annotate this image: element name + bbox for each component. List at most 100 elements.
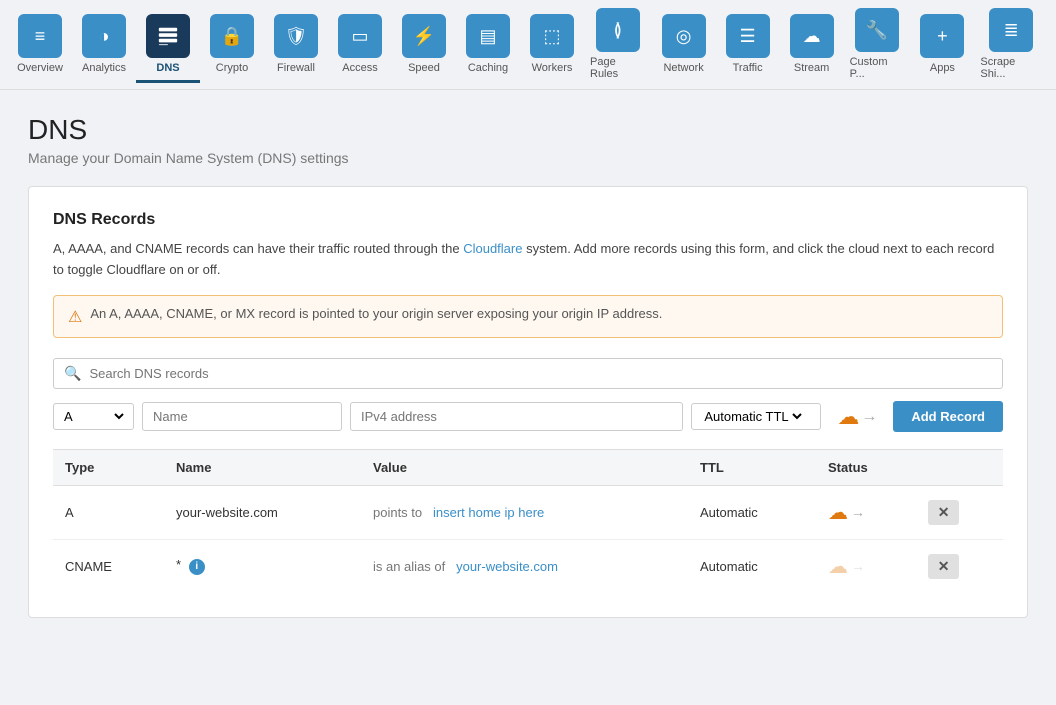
nav-label-speed: Speed	[408, 62, 440, 74]
speed-icon: ⚡	[402, 14, 446, 58]
nav-label-network: Network	[663, 62, 703, 74]
cloudflare-toggle-btn[interactable]: ☁ →	[829, 401, 885, 433]
top-navigation: ≡ Overview ◑ Analytics DNS 🔒 Crypto 🛡 Fi…	[0, 0, 1056, 90]
dns-records-table: Type Name Value TTL Status A your-websit…	[53, 449, 1003, 593]
nav-item-dns[interactable]: DNS	[136, 6, 200, 83]
col-header-actions	[916, 449, 1003, 485]
add-record-button[interactable]: Add Record	[893, 401, 1003, 432]
caching-icon: ▤	[466, 14, 510, 58]
dns-icon	[146, 14, 190, 58]
row1-cloud-icon: ☁	[828, 500, 848, 525]
row2-cloud-status[interactable]: ☁ →	[828, 554, 904, 579]
row1-delete-button[interactable]: ✕	[928, 500, 960, 525]
nav-item-overview[interactable]: ≡ Overview	[8, 6, 72, 83]
customp-icon: 🔧	[855, 8, 899, 52]
nav-label-caching: Caching	[468, 62, 508, 74]
ttl-select[interactable]: Automatic TTL 2 min 5 min 10 min 1 hr	[700, 408, 805, 425]
row2-delete-button[interactable]: ✕	[928, 554, 960, 579]
row2-arrow-icon: →	[851, 558, 865, 574]
table-row: CNAME * i is an alias of your-website.co…	[53, 539, 1003, 593]
row1-cloud-status[interactable]: ☁ →	[828, 500, 904, 525]
access-icon: ▭	[338, 14, 382, 58]
row1-status: ☁ →	[816, 485, 916, 539]
nav-item-traffic[interactable]: ☰ Traffic	[716, 6, 780, 83]
nav-label-overview: Overview	[17, 62, 63, 74]
nav-label-workers: Workers	[532, 62, 573, 74]
col-header-status: Status	[816, 449, 916, 485]
name-input[interactable]	[142, 402, 342, 431]
nav-label-crypto: Crypto	[216, 62, 248, 74]
nav-label-scrape: Scrape Shi...	[980, 56, 1042, 80]
warning-box: ⚠ An A, AAAA, CNAME, or MX record is poi…	[53, 295, 1003, 338]
nav-item-apps[interactable]: + Apps	[910, 6, 974, 83]
traffic-icon: ☰	[726, 14, 770, 58]
nav-item-stream[interactable]: ☁ Stream	[780, 6, 844, 83]
nav-label-pagerules: Page Rules	[590, 56, 646, 80]
network-icon: ◎	[662, 14, 706, 58]
search-row: 🔍	[53, 358, 1003, 389]
row1-delete-cell: ✕	[916, 485, 1003, 539]
row2-type: CNAME	[53, 539, 164, 593]
search-icon: 🔍	[64, 365, 81, 382]
nav-item-network[interactable]: ◎ Network	[652, 6, 716, 83]
nav-item-customp[interactable]: 🔧 Custom P...	[844, 0, 911, 89]
row1-value-text: insert home ip here	[433, 505, 544, 520]
row1-name: your-website.com	[164, 485, 361, 539]
value-input[interactable]	[350, 402, 683, 431]
page-subtitle: Manage your Domain Name System (DNS) set…	[28, 150, 1028, 166]
main-content: DNS Manage your Domain Name System (DNS)…	[0, 90, 1056, 642]
add-record-row: A AAAA CNAME MX TXT Automatic TTL 2 min …	[53, 401, 1003, 433]
nav-label-stream: Stream	[794, 62, 829, 74]
analytics-icon: ◑	[82, 14, 126, 58]
scrape-icon: ≣	[989, 8, 1033, 52]
overview-icon: ≡	[18, 14, 62, 58]
nav-item-access[interactable]: ▭ Access	[328, 6, 392, 83]
col-header-ttl: TTL	[688, 449, 816, 485]
firewall-icon: 🛡	[274, 14, 318, 58]
row2-value-prefix: is an alias of	[373, 559, 445, 574]
nav-item-pagerules[interactable]: ≬ Page Rules	[584, 0, 652, 89]
crypto-icon: 🔒	[210, 14, 254, 58]
workers-icon: ⬚	[530, 14, 574, 58]
type-select-wrap: A AAAA CNAME MX TXT	[53, 403, 134, 430]
nav-item-workers[interactable]: ⬚ Workers	[520, 6, 584, 83]
table-row: A your-website.com points to insert home…	[53, 485, 1003, 539]
col-header-name: Name	[164, 449, 361, 485]
dns-records-card: DNS Records A, AAAA, and CNAME records c…	[28, 186, 1028, 618]
arrow-icon: →	[861, 408, 877, 426]
page-title: DNS	[28, 114, 1028, 146]
row2-value-text: your-website.com	[456, 559, 558, 574]
nav-item-speed[interactable]: ⚡ Speed	[392, 6, 456, 83]
row2-delete-cell: ✕	[916, 539, 1003, 593]
nav-label-analytics: Analytics	[82, 62, 126, 74]
table-header-row: Type Name Value TTL Status	[53, 449, 1003, 485]
ttl-select-wrap: Automatic TTL 2 min 5 min 10 min 1 hr	[691, 403, 821, 430]
nav-item-crypto[interactable]: 🔒 Crypto	[200, 6, 264, 83]
col-header-type: Type	[53, 449, 164, 485]
row2-value: is an alias of your-website.com	[361, 539, 688, 593]
cloud-icon: ☁	[837, 406, 859, 428]
nav-item-firewall[interactable]: 🛡 Firewall	[264, 6, 328, 83]
row1-value-prefix: points to	[373, 505, 422, 520]
warning-text: An A, AAAA, CNAME, or MX record is point…	[90, 306, 662, 321]
nav-label-dns: DNS	[156, 62, 179, 74]
nav-item-analytics[interactable]: ◑ Analytics	[72, 6, 136, 83]
row2-name-text: *	[176, 557, 181, 572]
nav-item-caching[interactable]: ▤ Caching	[456, 6, 520, 83]
card-title: DNS Records	[53, 211, 1003, 229]
type-select[interactable]: A AAAA CNAME MX TXT	[60, 408, 127, 425]
apps-icon: +	[920, 14, 964, 58]
nav-item-scrape[interactable]: ≣ Scrape Shi...	[974, 0, 1048, 89]
row2-name: * i	[164, 539, 361, 593]
row1-arrow-icon: →	[851, 504, 865, 520]
warning-icon: ⚠	[68, 307, 82, 327]
card-description: A, AAAA, and CNAME records can have thei…	[53, 239, 1003, 281]
nav-label-apps: Apps	[930, 62, 955, 74]
search-input[interactable]	[89, 366, 992, 381]
row1-type: A	[53, 485, 164, 539]
nav-label-customp: Custom P...	[850, 56, 905, 80]
row1-ttl: Automatic	[688, 485, 816, 539]
nav-label-firewall: Firewall	[277, 62, 315, 74]
row2-info-icon[interactable]: i	[189, 559, 205, 575]
row2-ttl: Automatic	[688, 539, 816, 593]
